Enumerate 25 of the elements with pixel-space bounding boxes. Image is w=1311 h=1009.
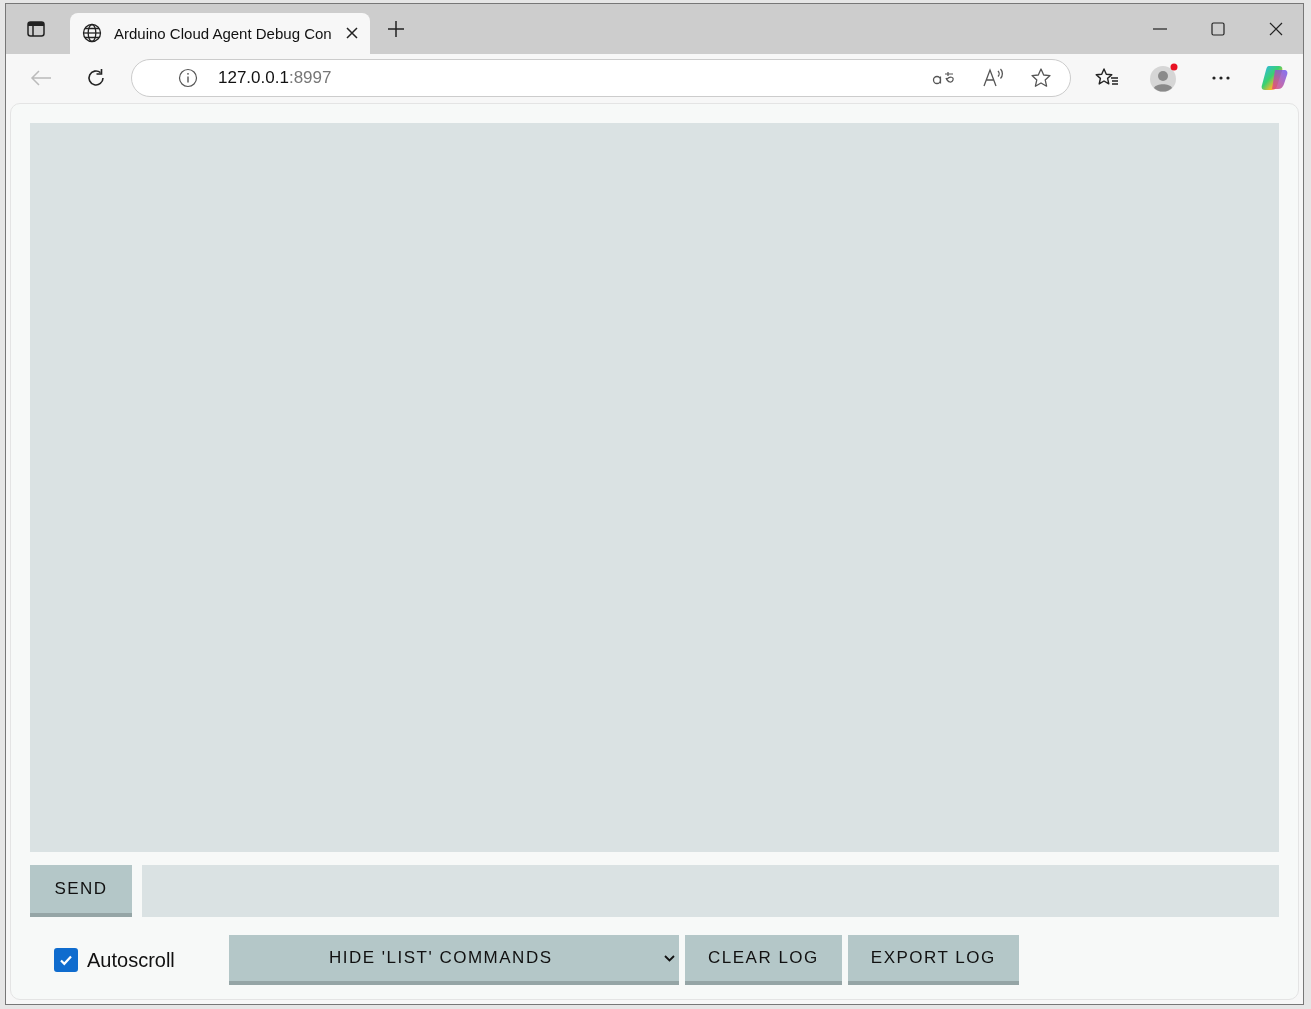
sidebar-panel-icon[interactable] — [26, 18, 46, 39]
tab-title: Arduino Cloud Agent Debug Con — [114, 24, 333, 42]
close-icon[interactable] — [346, 27, 358, 39]
log-action-button[interactable]: CLEAR LOG — [685, 935, 842, 985]
read-aloud-icon[interactable] — [982, 68, 1004, 89]
profile-avatar-icon[interactable] — [1149, 63, 1179, 94]
close-window-icon[interactable] — [1269, 21, 1283, 36]
more-options-icon[interactable] — [1211, 75, 1231, 82]
globe-icon — [82, 23, 102, 43]
send-button[interactable]: SEND — [30, 865, 132, 917]
new-tab-icon[interactable] — [386, 18, 406, 39]
filter-dropdown[interactable]: HIDE 'LIST' COMMANDS — [229, 935, 679, 985]
log-action-button[interactable]: EXPORT LOG — [847, 935, 1019, 985]
autoscroll-label: Autoscroll — [87, 948, 175, 972]
maximize-icon[interactable] — [1211, 21, 1225, 36]
address-bar[interactable]: 127.0.0.1:8997 — [131, 59, 1071, 98]
url-port: :8997 — [288, 68, 332, 88]
autoscroll-checkbox[interactable] — [54, 948, 78, 972]
browser-tab[interactable]: Arduino Cloud Agent Debug Con — [70, 12, 370, 54]
chevron-down-icon — [664, 954, 675, 962]
copilot-logo-icon[interactable] — [1261, 65, 1289, 92]
url-host: 127.0.0.1 — [218, 68, 289, 88]
star-icon[interactable] — [1030, 67, 1052, 90]
info-icon[interactable] — [178, 68, 198, 89]
command-input[interactable] — [142, 865, 1279, 917]
